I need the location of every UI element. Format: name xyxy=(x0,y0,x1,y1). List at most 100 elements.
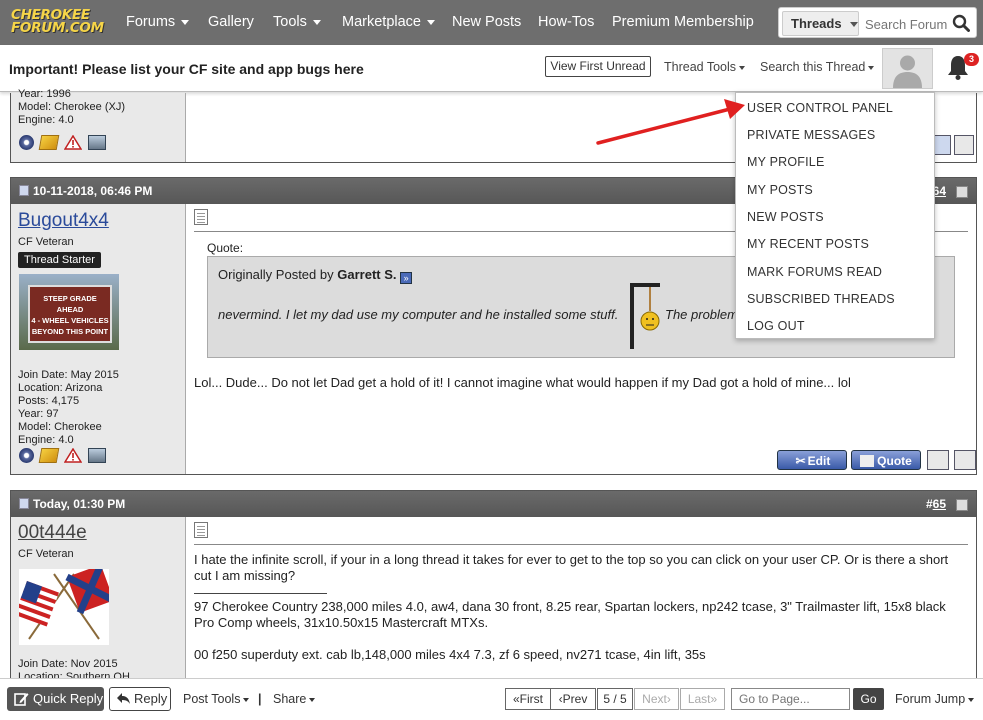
notification-badge: 3 xyxy=(964,53,979,66)
user-post-count: Posts: 4,175 xyxy=(18,395,80,407)
pager-last-label: Last xyxy=(687,692,711,706)
thread-title: Important! Please list your CF site and … xyxy=(9,61,364,77)
user-engine: Engine: 4.0 xyxy=(18,114,74,126)
user-avatar-image[interactable]: STEEP GRADE AHEAD 4 - WHEEL VEHICLES BEY… xyxy=(19,274,119,350)
user-model: Model: Cherokee (XJ) xyxy=(18,101,125,113)
post-65: Today, 01:30 PM #65 00t444e CF Veteran J… xyxy=(10,490,977,690)
go-button[interactable]: Go xyxy=(853,688,884,710)
post-64-username[interactable]: Bugout4x4 xyxy=(18,210,109,232)
top-navbar: CHEROKEE FORUM.COM Forums Gallery Tools … xyxy=(0,0,983,45)
post-65-message: I hate the infinite scroll, if your in a… xyxy=(194,552,949,583)
chevron-down-icon xyxy=(309,697,316,702)
reputation-icon[interactable] xyxy=(38,448,60,463)
forum-jump-menu[interactable]: Forum Jump xyxy=(895,692,975,706)
pager-next: Next› xyxy=(634,688,679,710)
edit-button[interactable]: ✂ Edit xyxy=(777,450,847,470)
menu-new-posts[interactable]: NEW POSTS xyxy=(747,210,824,224)
post-65-date: Today, 01:30 PM xyxy=(19,497,125,511)
thread-tools-menu[interactable]: Thread Tools xyxy=(664,60,746,74)
user-location: Location: Arizona xyxy=(18,382,103,394)
site-logo[interactable]: CHEROKEE FORUM.COM xyxy=(11,8,104,37)
search-icon[interactable] xyxy=(952,14,970,32)
avatar-sign-line-2: 4 - WHEEL VEHICLES xyxy=(31,316,109,325)
chevron-down-icon xyxy=(968,697,975,702)
quote-button-label: Quote xyxy=(877,454,912,468)
avatar-road-sign: STEEP GRADE AHEAD 4 - WHEEL VEHICLES BEY… xyxy=(28,285,112,343)
menu-mark-forums-read[interactable]: MARK FORUMS READ xyxy=(747,265,882,279)
pager-prev-label: Prev xyxy=(562,692,588,706)
report-post-icon[interactable] xyxy=(63,134,83,150)
logo-line-2: FORUM.COM xyxy=(11,20,104,36)
nav-premium[interactable]: Premium Membership xyxy=(612,14,754,30)
avatar-sign-line-1: STEEP GRADE AHEAD xyxy=(43,294,97,314)
share-label: Share xyxy=(273,692,307,706)
reply-with-quote-icon[interactable] xyxy=(954,450,976,470)
user-avatar-button[interactable] xyxy=(882,48,933,89)
user-year: Year: 97 xyxy=(18,408,59,420)
view-first-unread-button[interactable]: View First Unread xyxy=(545,56,651,77)
user-menu-dropdown: USER CONTROL PANEL PRIVATE MESSAGES MY P… xyxy=(735,92,935,339)
menu-my-profile[interactable]: MY PROFILE xyxy=(747,155,824,169)
online-status-icon[interactable] xyxy=(19,448,34,463)
nav-gallery[interactable]: Gallery xyxy=(208,14,254,30)
nav-howtos[interactable]: How-Tos xyxy=(538,14,594,30)
menu-private-messages[interactable]: PRIVATE MESSAGES xyxy=(747,128,875,142)
user-avatar-image[interactable] xyxy=(19,569,109,645)
thread-starter-badge: Thread Starter xyxy=(18,252,101,268)
share-menu[interactable]: Share xyxy=(273,692,316,706)
chevron-down-icon xyxy=(312,19,321,25)
search-thread-menu[interactable]: Search this Thread xyxy=(760,60,875,74)
forum-jump-label: Forum Jump xyxy=(895,692,966,706)
compose-icon xyxy=(14,693,29,706)
nav-forums[interactable]: Forums xyxy=(126,14,190,30)
bottom-toolbar: Quick Reply Reply Post Tools | Share «Fi… xyxy=(0,678,983,720)
pager-prev[interactable]: ‹Prev xyxy=(550,688,596,710)
reply-label: Reply xyxy=(134,691,168,706)
menu-subscribed-threads[interactable]: SUBSCRIBED THREADS xyxy=(747,292,895,306)
signature-divider xyxy=(194,593,327,594)
post-select-checkbox[interactable] xyxy=(956,186,968,198)
search-thread-label: Search this Thread xyxy=(760,60,866,74)
quote-author: Garrett S. xyxy=(337,267,397,282)
computer-icon[interactable] xyxy=(88,135,106,150)
post-65-username[interactable]: 00t444e xyxy=(18,522,87,544)
chevron-down-icon xyxy=(739,65,746,70)
quick-reply-button[interactable]: Quick Reply xyxy=(7,687,104,711)
search-scope-select[interactable]: Threads xyxy=(782,11,859,36)
reputation-icon[interactable] xyxy=(38,135,60,150)
chevron-down-icon xyxy=(868,65,875,70)
reply-arrow-icon xyxy=(117,693,130,704)
post-65-permalink[interactable]: 65 xyxy=(933,497,946,511)
user-engine: Engine: 4.0 xyxy=(18,434,74,446)
view-post-arrow-icon[interactable]: » xyxy=(400,272,413,284)
pager-first[interactable]: «First xyxy=(505,688,551,710)
post-65-body: I hate the infinite scroll, if your in a… xyxy=(194,517,968,689)
scissors-icon: ✂ xyxy=(795,454,806,468)
multi-quote-icon[interactable] xyxy=(927,450,949,470)
quote-text-continued: The problem xyxy=(665,307,738,322)
user-award-icons xyxy=(19,447,106,463)
nav-tools[interactable]: Tools xyxy=(273,14,321,30)
go-to-page-input[interactable] xyxy=(731,688,850,710)
computer-icon[interactable] xyxy=(88,448,106,463)
post-tools-menu[interactable]: Post Tools xyxy=(183,692,250,706)
post-63-userinfo: Year: 1996 Model: Cherokee (XJ) Engine: … xyxy=(11,88,186,162)
pager-current-page: 5 / 5 xyxy=(597,688,633,710)
nav-forums-label: Forums xyxy=(126,14,176,30)
post-select-checkbox[interactable] xyxy=(956,499,968,511)
quote-button[interactable]: Quote xyxy=(851,450,921,470)
reply-button[interactable]: Reply xyxy=(109,687,171,711)
menu-my-posts[interactable]: MY POSTS xyxy=(747,183,813,197)
chevron-right-icon: › xyxy=(666,692,671,706)
menu-log-out[interactable]: LOG OUT xyxy=(747,319,805,333)
online-status-icon[interactable] xyxy=(19,135,34,150)
search-input[interactable] xyxy=(865,11,951,35)
report-post-icon[interactable] xyxy=(63,447,83,463)
nav-new-posts[interactable]: New Posts xyxy=(452,14,521,30)
nav-marketplace[interactable]: Marketplace xyxy=(342,14,435,30)
menu-user-control-panel[interactable]: USER CONTROL PANEL xyxy=(747,101,893,115)
reply-with-quote-icon[interactable] xyxy=(954,135,974,155)
search-box: Threads xyxy=(778,7,977,38)
pager-last: Last» xyxy=(680,688,725,710)
menu-my-recent-posts[interactable]: MY RECENT POSTS xyxy=(747,237,869,251)
